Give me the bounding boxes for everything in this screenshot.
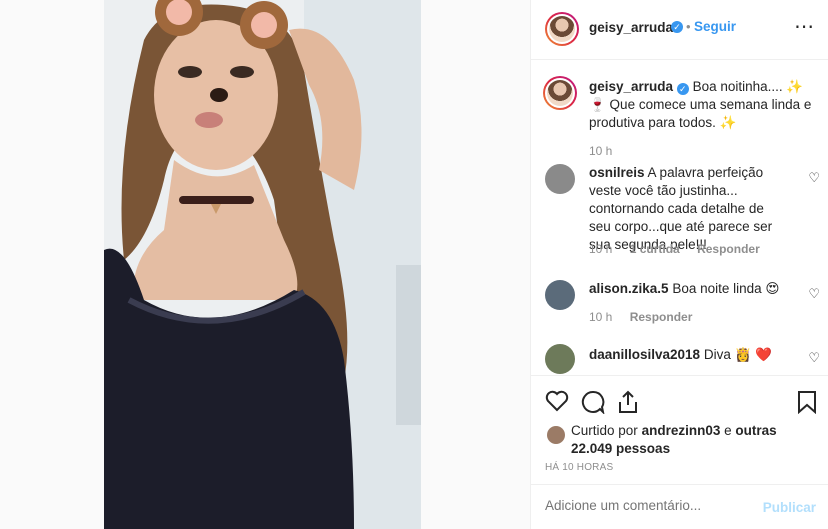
comment-username[interactable]: alison.zika.5 xyxy=(589,281,669,296)
add-comment-bar: Publicar xyxy=(531,484,828,529)
like-heart-icon[interactable] xyxy=(545,390,569,412)
comment-username[interactable]: osnilreis xyxy=(589,165,645,180)
comment-time: 10 h xyxy=(589,310,613,324)
commenter-avatar[interactable] xyxy=(545,164,575,194)
caption-avatar[interactable] xyxy=(543,76,577,110)
comment-bubble-icon[interactable] xyxy=(581,390,605,414)
comment-likes-count[interactable]: 1 curtida xyxy=(630,242,680,256)
post-timestamp[interactable]: HÁ 10 HORAS xyxy=(545,462,613,473)
author-username[interactable]: geisy_arruda xyxy=(589,20,673,35)
caption-username[interactable]: geisy_arruda xyxy=(589,79,673,94)
author-avatar[interactable] xyxy=(545,12,579,46)
comment-like-icon[interactable]: ♡ xyxy=(808,350,820,366)
liked-by-and: e xyxy=(724,423,732,438)
header-separator: • xyxy=(686,19,691,34)
comment-text: Diva 👸 ❤️ xyxy=(703,347,772,362)
post-header: geisy_arruda ✓ • Seguir ⋯ xyxy=(531,0,828,60)
liker-avatar[interactable] xyxy=(547,426,565,444)
action-bar xyxy=(531,376,828,420)
comment-input[interactable] xyxy=(545,498,745,513)
reply-button[interactable]: Responder xyxy=(630,310,693,324)
liked-by-user[interactable]: andrezinn03 xyxy=(642,423,721,438)
commenter-avatar[interactable] xyxy=(545,280,575,310)
comment-time: 10 h xyxy=(589,242,613,256)
post-sidebar: geisy_arruda ✓ • Seguir ⋯ geisy_arruda ✓… xyxy=(531,0,828,529)
photo-pane xyxy=(0,0,531,529)
comments-area[interactable]: geisy_arruda ✓ Boa noitinha.... ✨🍷 Que c… xyxy=(531,60,828,376)
comment-text: Boa noite linda 😍 xyxy=(672,281,780,296)
post-photo[interactable] xyxy=(104,0,421,529)
verified-badge-icon: ✓ xyxy=(671,21,683,33)
post-photo-image xyxy=(104,0,421,529)
share-icon[interactable] xyxy=(617,390,639,414)
comment-like-icon[interactable]: ♡ xyxy=(808,286,820,302)
liked-by-prefix: Curtido por xyxy=(571,423,638,438)
verified-badge-icon: ✓ xyxy=(676,83,689,95)
reply-button[interactable]: Responder xyxy=(697,242,760,256)
comment-like-icon[interactable]: ♡ xyxy=(808,170,820,186)
caption-time: 10 h xyxy=(589,144,613,158)
save-bookmark-icon[interactable] xyxy=(797,390,817,414)
more-options-icon[interactable]: ⋯ xyxy=(794,14,814,39)
follow-button[interactable]: Seguir xyxy=(694,19,736,34)
commenter-avatar[interactable] xyxy=(545,344,575,374)
publish-button[interactable]: Publicar xyxy=(763,500,816,515)
comment-username[interactable]: daanillosilva2018 xyxy=(589,347,700,362)
